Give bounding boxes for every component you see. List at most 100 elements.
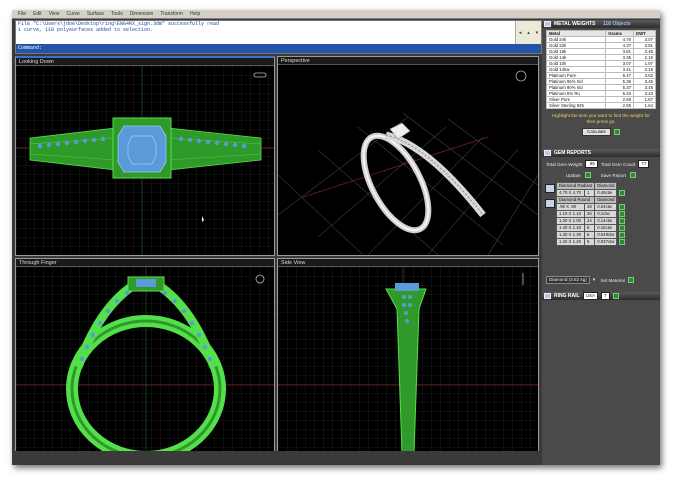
gem-row-action xyxy=(617,231,628,239)
metal-row[interactable]: Silver Sterling 925 2.55 1.64 xyxy=(545,102,657,109)
update-button[interactable]: Update xyxy=(566,173,581,178)
gem-shape: Diamond Radiant xyxy=(555,182,596,190)
gem-list: Diamond Radiant Diamond 4.70 X 4.70 1 0.49ct… xyxy=(542,182,660,246)
metal-weights-body: Gold 24k 4.76 3.07 Gold 22k 4.37 2.81 Gold 18k… xyxy=(545,36,657,109)
gem-count: 26 xyxy=(584,210,596,218)
ring-region-select[interactable]: USA xyxy=(582,292,599,300)
save-report-go-icon[interactable] xyxy=(630,172,637,178)
menu-edit[interactable]: Edit xyxy=(33,11,42,17)
gem-count: 1 xyxy=(584,189,596,197)
gem-type: Diamond xyxy=(594,196,618,204)
gem-shape: Diamond Round xyxy=(555,196,596,204)
gem-row-go-icon[interactable] xyxy=(619,224,626,231)
ring-size-select[interactable]: 7 xyxy=(601,292,610,300)
gem-row-go-icon[interactable] xyxy=(619,203,626,210)
gem-count: 6 xyxy=(584,238,596,246)
radiant-stone-icon xyxy=(545,184,555,193)
gem-count: 24 xyxy=(584,217,596,225)
gem-size: 1.30 X 1.30 xyxy=(555,231,586,239)
menu-view[interactable]: View xyxy=(49,11,60,17)
gem-row[interactable]: .90 X .90 28 0.04ctw xyxy=(555,203,628,211)
material-dropdown-icon[interactable]: ▾ xyxy=(593,277,596,283)
viewport-looking-down[interactable]: Looking Down xyxy=(15,56,275,256)
gem-weight: 0.048ctw xyxy=(594,231,618,239)
ring-rail-header: RING RAIL USA 7 xyxy=(542,292,660,300)
gem-icon xyxy=(544,150,551,156)
update-go-icon[interactable] xyxy=(584,172,591,178)
metal-weights-header: METAL WEIGHTS 118 Objects xyxy=(542,20,660,28)
gem-type: Diamond xyxy=(594,182,618,190)
command-scroll-controls: ◂ ▴ ▾ xyxy=(515,21,541,45)
gem-row-go-icon[interactable] xyxy=(619,210,626,217)
material-row: Diamond (3.52 sg) ▾ Set Material xyxy=(542,276,660,284)
gem-row[interactable]: 4.70 X 4.70 1 0.49ctw xyxy=(555,189,628,197)
gem-weight: 0.1ctw xyxy=(594,210,618,218)
scale-icon xyxy=(544,21,551,27)
set-material-button[interactable]: Set Material xyxy=(600,278,625,283)
command-history[interactable]: File "C:\Users\jdoe\Desktop\ring\ENG4RX_… xyxy=(15,20,542,54)
gem-weight: 0.037ctw xyxy=(594,238,618,246)
set-material-go-icon[interactable] xyxy=(627,277,634,283)
menu-tools[interactable]: Tools xyxy=(111,11,123,17)
status-bar xyxy=(12,451,542,465)
gem-row-go-icon[interactable] xyxy=(619,231,626,238)
side-view xyxy=(278,267,538,463)
menu-transform[interactable]: Transform xyxy=(160,11,183,17)
viewport-title: Looking Down xyxy=(16,58,274,66)
gem-table[interactable]: Diamond Radiant Diamond 4.70 X 4.70 1 0.49ct… xyxy=(555,182,628,246)
gem-row-action xyxy=(617,238,628,246)
gem-row-action xyxy=(617,203,628,211)
command-prompt[interactable]: Command: xyxy=(16,44,541,53)
viewport-through-finger[interactable]: Through Finger xyxy=(15,258,275,464)
metal-weights-title: METAL WEIGHTS xyxy=(554,21,596,27)
calculate-button[interactable]: Calculate xyxy=(581,128,612,136)
gem-row[interactable]: 1.20 X 1.20 6 0.037ctw xyxy=(555,238,628,246)
save-report-button[interactable]: Save Report xyxy=(601,173,627,178)
metal-grams: 2.55 xyxy=(605,102,634,109)
calculate-go-icon[interactable] xyxy=(614,129,621,135)
gem-count: 28 xyxy=(584,203,596,211)
ring-rail-title: RING RAIL xyxy=(554,293,580,299)
scroll-up-icon[interactable]: ▴ xyxy=(527,30,530,36)
gem-count: 6 xyxy=(584,224,596,232)
gem-size: 4.70 X 4.70 xyxy=(555,189,586,197)
gem-weight: 0.14ctw xyxy=(594,217,618,225)
app-window: File Edit View Curve Surface Tools Dimen… xyxy=(12,10,660,465)
total-gem-count-label: Total Gem Count xyxy=(600,161,636,167)
gem-row[interactable]: 1.40 X 1.40 6 0.15ctw xyxy=(555,224,628,232)
ring-rail-go-icon[interactable] xyxy=(612,293,619,299)
gem-reports-title: GEM REPORTS xyxy=(554,150,591,156)
scroll-down-icon[interactable]: ▾ xyxy=(536,30,539,36)
material-select[interactable]: Diamond (3.52 sg) xyxy=(546,276,590,284)
gem-row[interactable]: 1.00 X 1.00 24 0.14ctw xyxy=(555,217,628,225)
gem-row[interactable]: Diamond Round Diamond xyxy=(555,196,628,204)
metal-weights-object-count: 118 Objects xyxy=(602,21,631,27)
metal-name: Silver Sterling 925 xyxy=(545,102,607,109)
metal-dwt: 1.64 xyxy=(632,102,657,109)
viewport-title: Perspective xyxy=(278,57,538,65)
plugin-panel: METAL WEIGHTS 118 Objects Metal Grams DW… xyxy=(542,20,660,465)
looking-down-view xyxy=(16,66,274,255)
menu-surface[interactable]: Surface xyxy=(87,11,104,17)
menu-file[interactable]: File xyxy=(18,11,26,17)
command-line-2: 1 curve, 118 polysurfaces added to selec… xyxy=(18,27,154,33)
scroll-left-icon[interactable]: ◂ xyxy=(519,30,522,36)
gem-row-action xyxy=(617,217,628,225)
viewport-side-view[interactable]: Side View xyxy=(277,258,539,464)
gem-row-action xyxy=(617,224,628,232)
perspective-view xyxy=(278,70,538,255)
gem-row-go-icon[interactable] xyxy=(619,217,626,224)
gem-row-go-icon[interactable] xyxy=(619,238,626,245)
viewport-title: Through Finger xyxy=(16,259,274,267)
menu-curve[interactable]: Curve xyxy=(66,11,79,17)
gem-row-go-icon[interactable] xyxy=(619,189,626,196)
metal-weights-table[interactable]: Metal Grams DWT Gold 24k 4.76 3.07 Gold 22k… xyxy=(545,30,657,109)
gem-row[interactable]: Diamond Radiant Diamond xyxy=(555,182,628,190)
menu-help[interactable]: Help xyxy=(190,11,200,17)
total-gem-weight-label: Total Gem Weight xyxy=(546,161,583,167)
gem-row-action xyxy=(617,210,628,218)
gem-row[interactable]: 1.10 X 1.10 26 0.1ctw xyxy=(555,210,628,218)
gem-row[interactable]: 1.30 X 1.30 6 0.048ctw xyxy=(555,231,628,239)
viewport-perspective[interactable]: Perspective xyxy=(277,56,539,256)
menu-dimension[interactable]: Dimension xyxy=(130,11,154,17)
